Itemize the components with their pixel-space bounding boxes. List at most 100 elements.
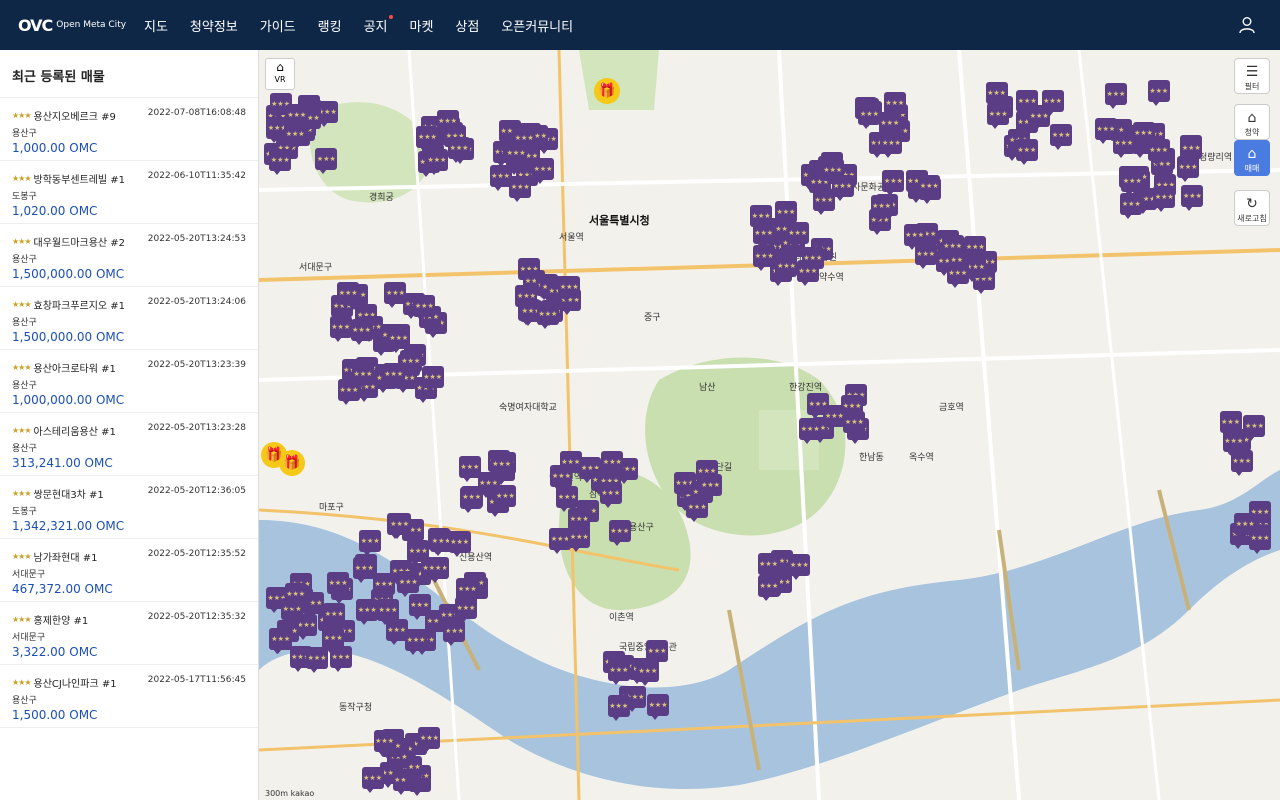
listing-marker[interactable]: ★★★	[413, 294, 436, 321]
listing-marker[interactable]: ★★★	[823, 405, 846, 432]
listing-marker[interactable]: ★★★	[456, 578, 479, 605]
listing-marker[interactable]: ★★★	[821, 158, 844, 185]
nav-item-map[interactable]: 지도	[144, 16, 168, 35]
listing-marker[interactable]: ★★★	[1147, 139, 1170, 166]
listing-marker[interactable]: ★★★	[786, 221, 809, 248]
listing-marker[interactable]: ★★★	[285, 103, 308, 130]
listing-marker[interactable]: ★★★	[558, 275, 581, 302]
listing-marker[interactable]: ★★★	[382, 363, 405, 390]
filter-button[interactable]: ☰ 필터	[1234, 58, 1270, 94]
listing-marker[interactable]: ★★★	[601, 450, 624, 477]
listing-marker[interactable]: ★★★	[351, 363, 374, 390]
listing-marker[interactable]: ★★★	[407, 540, 430, 567]
listing-marker[interactable]: ★★★	[946, 261, 969, 288]
listing-item[interactable]: ★★★ 용산지오베르크 #9 2022-07-08T16:08:48 용산구 1,000…	[0, 98, 258, 161]
listing-marker[interactable]: ★★★	[416, 125, 439, 152]
listing-marker[interactable]: ★★★	[356, 598, 379, 625]
listing-marker[interactable]: ★★★	[699, 474, 722, 501]
listing-item[interactable]: ★★★ 쌍문현대3차 #1 2022-05-20T12:36:05 도봉구 1,342,…	[0, 476, 258, 539]
listing-marker[interactable]: ★★★	[1015, 139, 1038, 166]
listing-marker[interactable]: ★★★	[361, 767, 384, 794]
listing-marker[interactable]: ★★★	[1104, 83, 1127, 110]
gift-icon[interactable]: 🎁	[279, 450, 305, 476]
listing-marker[interactable]: ★★★	[448, 137, 471, 164]
listing-marker[interactable]: ★★★	[405, 628, 428, 655]
listing-marker[interactable]: ★★★	[387, 326, 410, 353]
gift-icon[interactable]: 🎁	[594, 78, 620, 104]
listing-marker[interactable]: ★★★	[1120, 192, 1143, 219]
listing-marker[interactable]: ★★★	[568, 507, 591, 534]
listing-item[interactable]: ★★★ 방학동부센트레빌 #1 2022-06-10T11:35:42 도봉구 1,02…	[0, 161, 258, 224]
listing-marker[interactable]: ★★★	[384, 282, 407, 309]
nav-item-notice[interactable]: 공지	[364, 14, 393, 35]
listing-marker[interactable]: ★★★	[880, 132, 903, 159]
listing-marker[interactable]: ★★★	[397, 571, 420, 598]
map-view[interactable]: 서울특별시청중구용산구남산한남동이태원역삼각지역서울역신용산역이촌역마포구서대문…	[259, 50, 1280, 800]
listing-item[interactable]: ★★★ 용산아크로타워 #1 2022-05-20T13:23:39 용산구 1,000…	[0, 350, 258, 413]
refresh-button[interactable]: ↻ 새로고침	[1234, 190, 1270, 226]
listing-marker[interactable]: ★★★	[1147, 80, 1170, 107]
listing-marker[interactable]: ★★★	[373, 729, 396, 756]
listing-item[interactable]: ★★★ 홍제한양 #1 2022-05-20T12:35:32 서대문구 3,322.0…	[0, 602, 258, 665]
trade-toggle[interactable]: ⌂ 매매	[1234, 140, 1270, 176]
listing-marker[interactable]: ★★★	[385, 618, 408, 645]
listing-marker[interactable]: ★★★	[269, 149, 292, 176]
listing-marker[interactable]: ★★★	[269, 627, 292, 654]
listing-marker[interactable]: ★★★	[284, 582, 307, 609]
listing-item[interactable]: ★★★ 아스테리움용산 #1 2022-05-20T13:23:28 용산구 313,2…	[0, 413, 258, 476]
listing-marker[interactable]: ★★★	[607, 658, 630, 685]
nav-item-market[interactable]: 마켓	[410, 16, 434, 35]
listing-marker[interactable]: ★★★	[599, 481, 622, 508]
listing-marker[interactable]: ★★★	[322, 626, 345, 653]
listing-marker[interactable]: ★★★	[306, 647, 329, 674]
listing-marker[interactable]: ★★★	[359, 529, 382, 556]
listing-marker[interactable]: ★★★	[918, 175, 941, 202]
listing-marker[interactable]: ★★★	[1234, 513, 1257, 539]
listing-marker[interactable]: ★★★	[1181, 185, 1204, 212]
listing-marker[interactable]: ★★★	[421, 366, 444, 393]
listing-marker[interactable]: ★★★	[774, 201, 797, 228]
vr-button[interactable]: ⌂ VR	[265, 58, 295, 90]
listing-marker[interactable]: ★★★	[645, 640, 668, 667]
listing-item[interactable]: ★★★ 남가좌현대 #1 2022-05-20T12:35:52 서대문구 467,37…	[0, 539, 258, 602]
listing-marker[interactable]: ★★★	[353, 556, 376, 583]
listing-marker[interactable]: ★★★	[532, 158, 555, 185]
listing-marker[interactable]: ★★★	[1050, 123, 1073, 150]
listing-marker[interactable]: ★★★	[941, 234, 964, 261]
listing-marker[interactable]: ★★★	[914, 243, 937, 270]
listing-marker[interactable]: ★★★	[490, 453, 513, 479]
listing-marker[interactable]: ★★★	[460, 485, 483, 512]
listing-marker[interactable]: ★★★	[315, 148, 338, 175]
listing-marker[interactable]: ★★★	[388, 513, 411, 540]
listing-marker[interactable]: ★★★	[858, 102, 881, 129]
listing-marker[interactable]: ★★★	[489, 165, 512, 192]
listing-marker[interactable]: ★★★	[799, 417, 822, 444]
listing-marker[interactable]: ★★★	[505, 141, 528, 168]
listing-marker[interactable]: ★★★	[550, 464, 573, 491]
user-icon[interactable]	[1238, 16, 1256, 34]
listing-marker[interactable]: ★★★	[448, 531, 471, 558]
nav-item-shop[interactable]: 상점	[455, 16, 479, 35]
listing-marker[interactable]: ★★★	[1094, 118, 1117, 145]
listing-marker[interactable]: ★★★	[1121, 169, 1144, 196]
nav-item-subscription[interactable]: 청약정보	[190, 16, 238, 35]
listing-marker[interactable]: ★★★	[757, 575, 780, 602]
listing-marker[interactable]: ★★★	[608, 519, 631, 546]
listing-marker[interactable]: ★★★	[883, 92, 906, 119]
listing-marker[interactable]: ★★★	[870, 194, 893, 221]
nav-item-community[interactable]: 오픈커뮤니티	[501, 16, 573, 35]
listing-marker[interactable]: ★★★	[425, 149, 448, 176]
listing-marker[interactable]: ★★★	[327, 572, 350, 599]
listing-marker[interactable]: ★★★	[1222, 429, 1245, 456]
listing-marker[interactable]: ★★★	[337, 282, 360, 309]
listing-marker[interactable]: ★★★	[987, 103, 1010, 129]
listing-marker[interactable]: ★★★	[1028, 104, 1051, 131]
listing-item[interactable]: ★★★ 용산CJ나인파크 #1 2022-05-17T11:56:45 용산구 1,50…	[0, 665, 258, 728]
listing-item[interactable]: ★★★ 효창파크푸르지오 #1 2022-05-20T13:24:06 용산구 1,50…	[0, 287, 258, 350]
listing-marker[interactable]: ★★★	[376, 598, 399, 625]
listing-marker[interactable]: ★★★	[1180, 136, 1203, 163]
listing-marker[interactable]: ★★★	[647, 693, 670, 720]
listing-marker[interactable]: ★★★	[350, 319, 373, 346]
listing-marker[interactable]: ★★★	[796, 259, 819, 286]
listing-marker[interactable]: ★★★	[509, 175, 532, 202]
